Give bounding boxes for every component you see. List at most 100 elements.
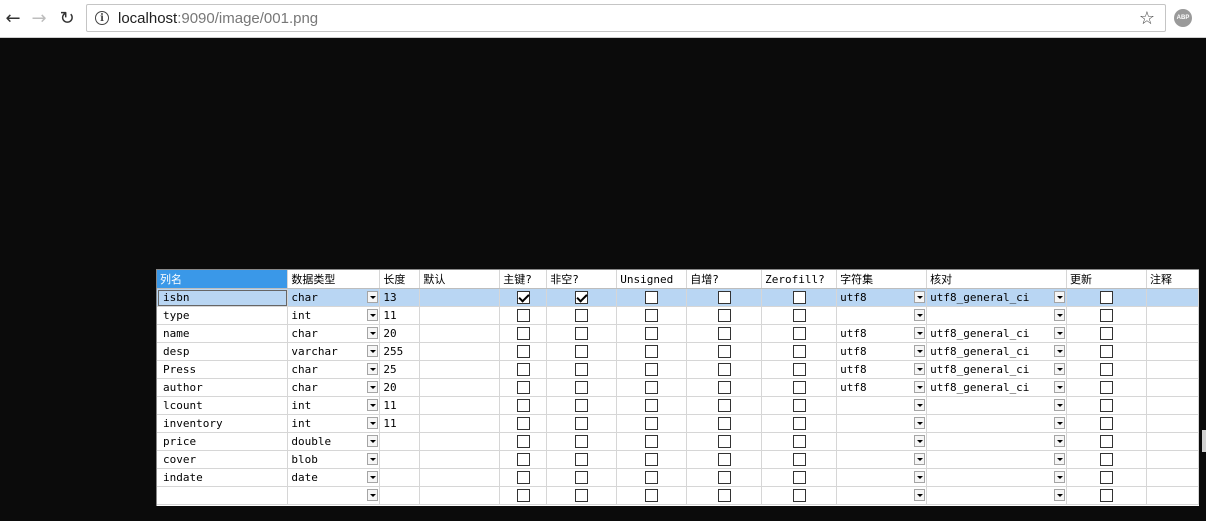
dropdown-arrow-icon[interactable] [914, 453, 926, 465]
default-cell[interactable] [419, 414, 501, 433]
header-default[interactable]: 默认 [419, 270, 501, 289]
data-type-select[interactable]: char [287, 324, 381, 343]
header-on-update[interactable]: 更新 [1066, 270, 1147, 289]
comment-cell[interactable] [1146, 468, 1200, 487]
dropdown-arrow-icon[interactable] [1054, 291, 1066, 303]
not-null-checkbox[interactable] [575, 471, 589, 484]
default-cell[interactable] [419, 450, 501, 469]
table-row[interactable]: inventory int 11 [157, 414, 1200, 433]
header-auto-increment[interactable]: 自增? [686, 270, 763, 289]
auto-increment-checkbox[interactable] [717, 291, 731, 304]
header-comment[interactable]: 注释 [1146, 270, 1200, 289]
comment-cell[interactable] [1146, 414, 1200, 433]
dropdown-arrow-icon[interactable] [367, 471, 379, 483]
table-row[interactable]: isbn char 13 utf8 utf8_general_ci [157, 288, 1200, 307]
not-null-checkbox[interactable] [575, 399, 589, 412]
length-cell[interactable]: 13 [379, 288, 421, 307]
unsigned-checkbox[interactable] [645, 381, 659, 394]
collation-select[interactable]: utf8_general_ci [926, 342, 1068, 361]
comment-cell[interactable] [1146, 288, 1200, 307]
dropdown-arrow-icon[interactable] [914, 291, 926, 303]
charset-select[interactable]: utf8 [836, 324, 928, 343]
zerofill-checkbox[interactable] [792, 363, 806, 376]
table-row[interactable]: author char 20 utf8 utf8_general_ci [157, 378, 1200, 397]
dropdown-arrow-icon[interactable] [367, 399, 379, 411]
not-null-checkbox[interactable] [575, 489, 589, 502]
dropdown-arrow-icon[interactable] [1054, 309, 1066, 321]
data-type-select[interactable]: int [287, 396, 381, 415]
comment-cell[interactable] [1146, 396, 1200, 415]
data-type-select[interactable]: char [287, 378, 381, 397]
dropdown-arrow-icon[interactable] [914, 327, 926, 339]
table-row[interactable]: cover blob [157, 450, 1200, 469]
not-null-checkbox[interactable] [575, 345, 589, 358]
header-charset[interactable]: 字符集 [836, 270, 928, 289]
dropdown-arrow-icon[interactable] [1054, 417, 1066, 429]
zerofill-checkbox[interactable] [792, 435, 806, 448]
default-cell[interactable] [419, 306, 501, 325]
zerofill-checkbox[interactable] [792, 399, 806, 412]
on-update-checkbox[interactable] [1100, 471, 1114, 484]
auto-increment-checkbox[interactable] [717, 417, 731, 430]
column-name-cell[interactable]: price [157, 432, 289, 451]
dropdown-arrow-icon[interactable] [367, 327, 379, 339]
auto-increment-checkbox[interactable] [717, 309, 731, 322]
column-name-cell[interactable]: desp [157, 342, 289, 361]
default-cell[interactable] [419, 324, 501, 343]
data-type-select[interactable]: int [287, 306, 381, 325]
dropdown-arrow-icon[interactable] [914, 345, 926, 357]
scrollbar-thumb[interactable] [1202, 430, 1206, 452]
dropdown-arrow-icon[interactable] [367, 453, 379, 465]
data-type-select[interactable]: double [287, 432, 381, 451]
dropdown-arrow-icon[interactable] [1054, 489, 1066, 501]
data-type-select[interactable]: char [287, 288, 381, 307]
adblock-extension-icon[interactable]: ABP [1174, 9, 1192, 27]
column-name-cell[interactable]: Press [157, 360, 289, 379]
default-cell[interactable] [419, 378, 501, 397]
data-type-select[interactable]: blob [287, 450, 381, 469]
charset-select[interactable] [836, 486, 928, 505]
column-name-cell[interactable]: inventory [157, 414, 289, 433]
charset-select[interactable]: utf8 [836, 360, 928, 379]
length-cell[interactable] [379, 432, 421, 451]
auto-increment-checkbox[interactable] [717, 435, 731, 448]
length-cell[interactable]: 11 [379, 306, 421, 325]
zerofill-checkbox[interactable] [792, 489, 806, 502]
default-cell[interactable] [419, 468, 501, 487]
primary-key-checkbox[interactable] [516, 435, 530, 448]
table-row[interactable]: type int 11 [157, 306, 1200, 325]
zerofill-checkbox[interactable] [792, 453, 806, 466]
dropdown-arrow-icon[interactable] [1054, 399, 1066, 411]
info-icon[interactable]: i [95, 11, 109, 25]
data-type-select[interactable]: date [287, 468, 381, 487]
length-cell[interactable]: 11 [379, 396, 421, 415]
charset-select[interactable] [836, 414, 928, 433]
collation-select[interactable] [926, 396, 1068, 415]
auto-increment-checkbox[interactable] [717, 345, 731, 358]
column-name-cell[interactable]: name [157, 324, 289, 343]
table-row[interactable]: Press char 25 utf8 utf8_general_ci [157, 360, 1200, 379]
comment-cell[interactable] [1146, 342, 1200, 361]
comment-cell[interactable] [1146, 360, 1200, 379]
charset-select[interactable]: utf8 [836, 342, 928, 361]
charset-select[interactable] [836, 432, 928, 451]
table-row[interactable]: price double [157, 432, 1200, 451]
column-name-cell[interactable]: isbn [157, 288, 289, 307]
not-null-checkbox[interactable] [575, 453, 589, 466]
dropdown-arrow-icon[interactable] [367, 381, 379, 393]
dropdown-arrow-icon[interactable] [1054, 363, 1066, 375]
dropdown-arrow-icon[interactable] [367, 417, 379, 429]
not-null-checkbox[interactable] [575, 327, 589, 340]
column-name-cell[interactable]: cover [157, 450, 289, 469]
collation-select[interactable] [926, 486, 1068, 505]
dropdown-arrow-icon[interactable] [1054, 453, 1066, 465]
on-update-checkbox[interactable] [1100, 489, 1114, 502]
dropdown-arrow-icon[interactable] [367, 291, 379, 303]
length-cell[interactable]: 255 [379, 342, 421, 361]
data-type-select[interactable]: varchar [287, 342, 381, 361]
unsigned-checkbox[interactable] [645, 345, 659, 358]
header-data-type[interactable]: 数据类型 [287, 270, 381, 289]
dropdown-arrow-icon[interactable] [914, 435, 926, 447]
default-cell[interactable] [419, 342, 501, 361]
default-cell[interactable] [419, 432, 501, 451]
